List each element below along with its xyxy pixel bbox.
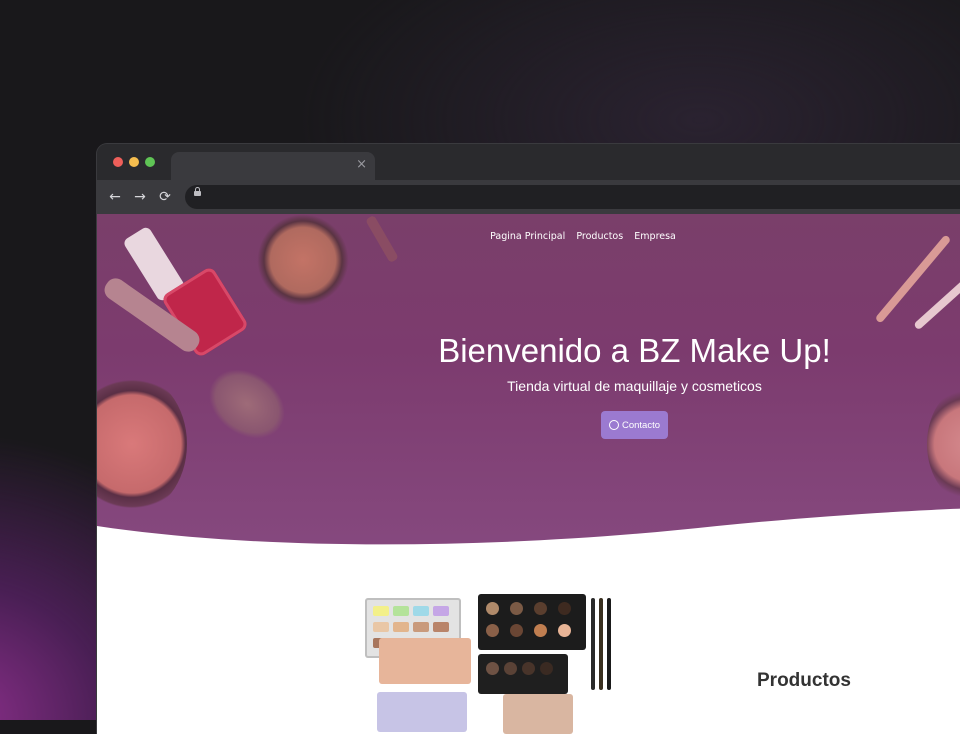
brow-pencils-image xyxy=(591,598,611,690)
nav-link-empresa[interactable]: Empresa xyxy=(634,231,676,242)
hero-wave-divider xyxy=(97,508,960,554)
powder-compact-image xyxy=(927,384,960,504)
address-bar[interactable] xyxy=(185,185,960,209)
products-image xyxy=(363,594,613,734)
main-nav: Pagina Principal Productos Empresa xyxy=(97,224,960,243)
hero-section: Pagina Principal Productos Empresa Bienv… xyxy=(97,214,960,554)
minimize-window-button[interactable] xyxy=(129,157,139,167)
contact-button[interactable]: Contacto xyxy=(601,411,668,439)
blush-compact-image xyxy=(97,374,187,514)
forward-arrow-icon[interactable]: → xyxy=(131,188,149,206)
nav-link-pagina-principal[interactable]: Pagina Principal xyxy=(490,231,565,242)
back-arrow-icon[interactable]: ← xyxy=(106,188,124,206)
maximize-window-button[interactable] xyxy=(145,157,155,167)
lilac-palette-image xyxy=(377,692,467,732)
eye-model-image xyxy=(503,694,573,734)
hero-subtitle: Tienda virtual de maquillaje y cosmetico… xyxy=(507,378,762,394)
products-section-title: Productos xyxy=(757,670,851,691)
whatsapp-icon xyxy=(608,420,619,430)
web-page: Pagina Principal Productos Empresa Bienv… xyxy=(97,214,960,734)
lock-icon xyxy=(194,187,201,196)
nav-link-productos[interactable]: Productos xyxy=(576,231,623,242)
makeup-brush-image xyxy=(197,356,297,452)
close-window-button[interactable] xyxy=(113,157,123,167)
reload-icon[interactable]: ⟳ xyxy=(156,188,174,206)
browser-tab[interactable]: × xyxy=(171,152,375,180)
hero-title: Bienvenido a BZ Make Up! xyxy=(438,332,831,369)
eyeshadow-palette-image xyxy=(478,594,586,650)
browser-window: × ← → ⟳ Pagina Principal Productos Empre… xyxy=(97,144,960,734)
browser-toolbar: ← → ⟳ xyxy=(97,180,960,214)
eyebrow-palette-image xyxy=(478,654,568,694)
close-icon[interactable]: × xyxy=(356,157,367,173)
contour-palette-image xyxy=(379,638,471,684)
title-bar: × xyxy=(97,144,960,180)
contact-button-label: Contacto xyxy=(621,419,661,431)
